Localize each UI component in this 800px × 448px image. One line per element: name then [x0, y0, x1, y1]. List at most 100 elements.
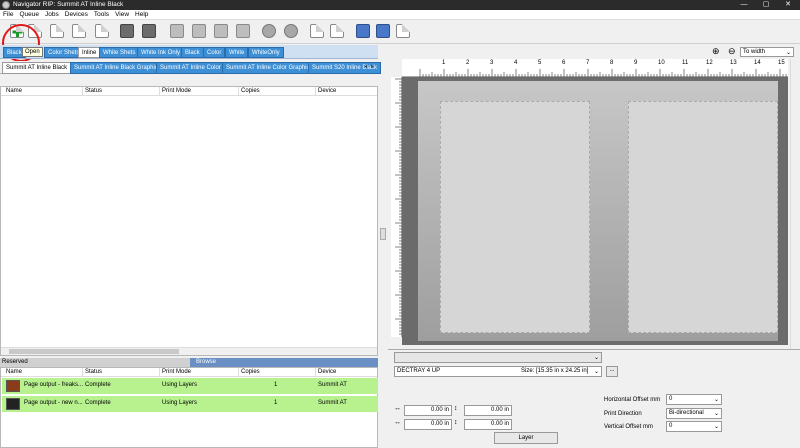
vertical-offset-value: 0 — [669, 423, 673, 429]
spacing-y-input[interactable]: 0.00 in — [464, 419, 512, 430]
col-status[interactable]: Status — [85, 369, 102, 375]
ink-cost-icon[interactable] — [396, 24, 410, 38]
horizontal-ruler: 1 2 3 4 5 6 7 8 9 10 11 12 13 14 15 — [402, 59, 788, 77]
ruler-label: 5 — [538, 60, 542, 66]
col-name[interactable]: Name — [6, 88, 22, 94]
job-name: Page output - new n... — [24, 400, 83, 406]
panel-collapse-handle[interactable] — [380, 228, 386, 240]
jobs-table-header: Name Status Print Mode Copies Device — [1, 368, 377, 377]
job-print-mode: Using Layers — [162, 382, 198, 388]
tab-browse[interactable]: Browse — [190, 358, 378, 367]
col-status[interactable]: Status — [85, 88, 102, 94]
col-copies[interactable]: Copies — [241, 88, 260, 94]
horizontal-offset-value: 0 — [669, 396, 673, 402]
ruler-label: 10 — [658, 60, 665, 66]
distribute-icon[interactable] — [236, 24, 250, 38]
queue-table: Name Status Print Mode Copies Device — [0, 86, 378, 356]
job-name: Page output - freaks... — [24, 382, 84, 388]
print-direction-select[interactable]: Bi-directional ⌄ — [666, 408, 722, 419]
col-name[interactable]: Name — [6, 369, 22, 375]
tabs-scroll-left-icon[interactable]: ◂ — [364, 63, 370, 73]
queue-settings-icon[interactable] — [356, 24, 370, 38]
document-delete-icon[interactable] — [330, 24, 344, 38]
window-title: Navigator RIP: Summit AT Inline Black — [13, 1, 124, 8]
tab-white-ink-only[interactable]: White Ink Only — [137, 47, 185, 58]
print-preview-icon[interactable] — [142, 24, 156, 38]
stop-icon[interactable] — [284, 24, 298, 38]
job-status: Complete — [85, 382, 111, 388]
layout-canvas[interactable] — [402, 77, 788, 345]
ruler-label: 12 — [706, 60, 713, 66]
maximize-button[interactable]: ▢ — [755, 0, 777, 10]
tab-inline[interactable]: Inline — [78, 47, 101, 58]
close-button[interactable]: ✕ — [777, 0, 799, 10]
document-star-icon[interactable] — [95, 24, 109, 38]
ruler-label: 6 — [562, 60, 566, 66]
col-print-mode[interactable]: Print Mode — [162, 369, 191, 375]
align-icon[interactable] — [192, 24, 206, 38]
menu-view[interactable]: View — [112, 10, 132, 18]
printer-icon[interactable] — [120, 24, 134, 38]
menu-jobs[interactable]: Jobs — [42, 10, 62, 18]
menu-queue[interactable]: Queue — [16, 10, 42, 18]
col-print-mode[interactable]: Print Mode — [162, 88, 191, 94]
zoom-select[interactable]: To width ⌄ — [740, 47, 794, 57]
spacing-x-input[interactable]: 0.00 in — [404, 419, 452, 430]
table-row[interactable]: Page output - freaks... Complete Using L… — [2, 378, 378, 394]
menu-file[interactable]: File — [0, 10, 16, 18]
layout-dropdown[interactable]: ⌄ — [394, 352, 602, 363]
page-slot-left[interactable] — [440, 101, 590, 333]
menu-tools[interactable]: Tools — [91, 10, 112, 18]
media-area — [418, 81, 778, 341]
menu-help[interactable]: Help — [132, 10, 151, 18]
document-list-icon[interactable] — [72, 24, 86, 38]
document-play-icon[interactable] — [310, 24, 324, 38]
col-device[interactable]: Device — [318, 88, 336, 94]
zoom-in-icon[interactable]: ⊕ — [712, 46, 720, 57]
zoom-value: To width — [743, 49, 766, 55]
ruler-label: 14 — [754, 60, 761, 66]
search-icon[interactable] — [262, 24, 276, 38]
tab-white-only[interactable]: WhiteOnly — [248, 47, 284, 58]
minimize-button[interactable]: — — [733, 0, 755, 10]
title-bar: Navigator RIP: Summit AT Inline Black — … — [0, 0, 800, 10]
menu-devices[interactable]: Devices — [62, 10, 91, 18]
tab-white-shets[interactable]: White Shets — [99, 47, 140, 58]
tab-color[interactable]: Color — [203, 47, 226, 58]
split-icon[interactable] — [214, 24, 228, 38]
chevron-down-icon: ⌄ — [713, 411, 719, 417]
canvas-vertical-scrollbar[interactable] — [790, 59, 800, 349]
queue-horizontal-scrollbar[interactable] — [1, 347, 377, 355]
reserved-browse-bar: Reserved Browse — [0, 358, 378, 367]
job-thumbnail — [6, 398, 20, 410]
job-copies: 1 — [274, 400, 278, 406]
tab-black-2[interactable]: Black — [181, 47, 204, 58]
offset-x-input[interactable]: 0.00 in — [404, 405, 452, 416]
col-device[interactable]: Device — [318, 369, 336, 375]
copy-layout-icon[interactable] — [376, 24, 390, 38]
job-print-mode: Using Layers — [162, 400, 198, 406]
tab-summit-at-inline-black-graphics[interactable]: Summit AT Inline Black Graphics — [70, 62, 165, 74]
job-device: Summit AT — [318, 382, 347, 388]
offset-y-input[interactable]: 0.00 in — [464, 405, 512, 416]
tab-white[interactable]: White — [225, 47, 249, 58]
document-arrow-icon[interactable] — [50, 24, 64, 38]
horizontal-offset-input[interactable]: 0 ⌄ — [666, 394, 722, 405]
tab-summit-at-inline-color[interactable]: Summit AT Inline Color — [156, 62, 225, 74]
tab-summit-at-inline-color-graphics[interactable]: Summit AT Inline Color Graphics — [222, 62, 317, 74]
zoom-out-icon[interactable]: ⊖ — [728, 46, 736, 57]
tab-summit-at-inline-black[interactable]: Summit AT Inline Black — [2, 62, 72, 74]
table-row[interactable]: Page output - new n... Complete Using La… — [2, 396, 378, 412]
col-copies[interactable]: Copies — [241, 369, 260, 375]
menu-bar: File Queue Jobs Devices Tools View Help — [0, 10, 800, 20]
move-icon[interactable] — [170, 24, 184, 38]
tabs-scroll-right-icon[interactable]: ▸ — [371, 63, 377, 73]
tray-select[interactable]: DECTRAY 4 UP Size: [15.35 in x 24.25 in]… — [394, 366, 602, 377]
layer-button[interactable]: Layer — [494, 432, 558, 444]
ruler-label: 4 — [514, 60, 518, 66]
vertical-offset-input[interactable]: 0 ⌄ — [666, 421, 722, 432]
ruler-label: 13 — [730, 60, 737, 66]
tab-reserved[interactable]: Reserved — [2, 359, 28, 365]
page-slot-right[interactable] — [628, 101, 778, 333]
more-button[interactable]: ... — [606, 366, 618, 377]
